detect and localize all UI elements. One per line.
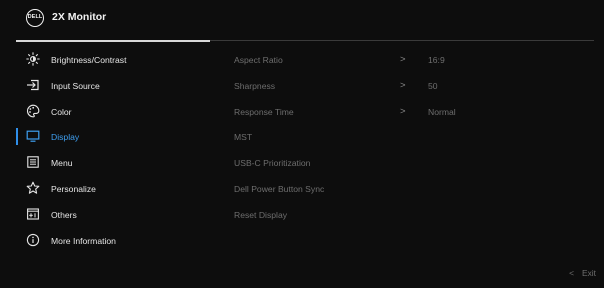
menu-item-personalize[interactable]: Personalize [16, 176, 210, 202]
submenu-item-value: Normal [428, 106, 456, 117]
menu-item-label: Brightness/Contrast [51, 55, 127, 65]
submenu-item-value: 50 [428, 80, 438, 91]
submenu-item-mst[interactable]: MST [234, 124, 594, 150]
submenu-item-value: 16:9 [428, 55, 445, 65]
menu-item-more-information[interactable]: More Information [16, 228, 210, 254]
display-monitor-icon [26, 129, 40, 143]
menu-item-label: Others [51, 209, 77, 220]
menu-item-brightness-contrast[interactable]: Brightness/Contrast [16, 47, 210, 73]
submenu-item-sharpness[interactable]: Sharpness > 50 [234, 73, 594, 99]
menu-item-color[interactable]: Color [16, 99, 210, 125]
header-divider [210, 40, 594, 41]
chevron-right-icon: > [400, 105, 406, 117]
display-submenu: Aspect Ratio > 16:9 Sharpness > 50 Respo… [234, 47, 594, 228]
dell-logo: DELL [26, 9, 44, 27]
star-icon [26, 181, 40, 195]
main-menu: Brightness/Contrast Input Source Color D… [16, 47, 210, 253]
menu-item-label: More Information [51, 235, 116, 246]
color-palette-icon [26, 104, 40, 118]
chevron-right-icon: > [400, 79, 406, 91]
brightness-icon [26, 52, 40, 66]
chevron-left-icon: < [569, 268, 575, 278]
menu-item-label: Color [51, 106, 72, 117]
submenu-item-response-time[interactable]: Response Time > Normal [234, 99, 594, 125]
page-title: 2X Monitor [52, 11, 107, 23]
submenu-item-label: Aspect Ratio [234, 55, 283, 65]
submenu-item-label: USB-C Prioritization [234, 158, 311, 169]
header-divider-active [16, 40, 210, 42]
menu-item-label: Input Source [51, 80, 100, 91]
submenu-item-aspect-ratio[interactable]: Aspect Ratio > 16:9 [234, 47, 594, 73]
submenu-item-label: Dell Power Button Sync [234, 183, 325, 194]
submenu-item-label: MST [234, 132, 253, 143]
menu-list-icon [26, 155, 40, 169]
menu-item-menu[interactable]: Menu [16, 150, 210, 176]
submenu-item-label: Reset Display [234, 209, 288, 220]
submenu-item-label: Response Time [234, 106, 294, 117]
exit-label: Exit [582, 268, 596, 278]
chevron-right-icon: > [400, 54, 406, 65]
submenu-item-dell-power-button-sync[interactable]: Dell Power Button Sync [234, 176, 594, 202]
submenu-item-reset-display[interactable]: Reset Display [234, 202, 594, 228]
menu-item-others[interactable]: Others [16, 202, 210, 228]
menu-item-input-source[interactable]: Input Source [16, 73, 210, 99]
osd-header: DELL 2X Monitor [0, 0, 604, 38]
others-icon [26, 207, 40, 221]
menu-item-label: Display [51, 132, 80, 143]
menu-item-display[interactable]: Display [16, 124, 210, 150]
menu-item-label: Menu [51, 158, 73, 169]
submenu-item-label: Sharpness [234, 80, 276, 91]
active-indicator [16, 128, 18, 146]
exit-button[interactable]: < Exit [569, 268, 596, 278]
submenu-item-usb-c-prioritization[interactable]: USB-C Prioritization [234, 150, 594, 176]
info-icon [26, 233, 40, 247]
menu-item-label: Personalize [51, 183, 96, 194]
monitor-osd: DELL 2X Monitor Brightness/Contrast Inpu… [0, 0, 604, 288]
input-source-icon [26, 78, 40, 92]
